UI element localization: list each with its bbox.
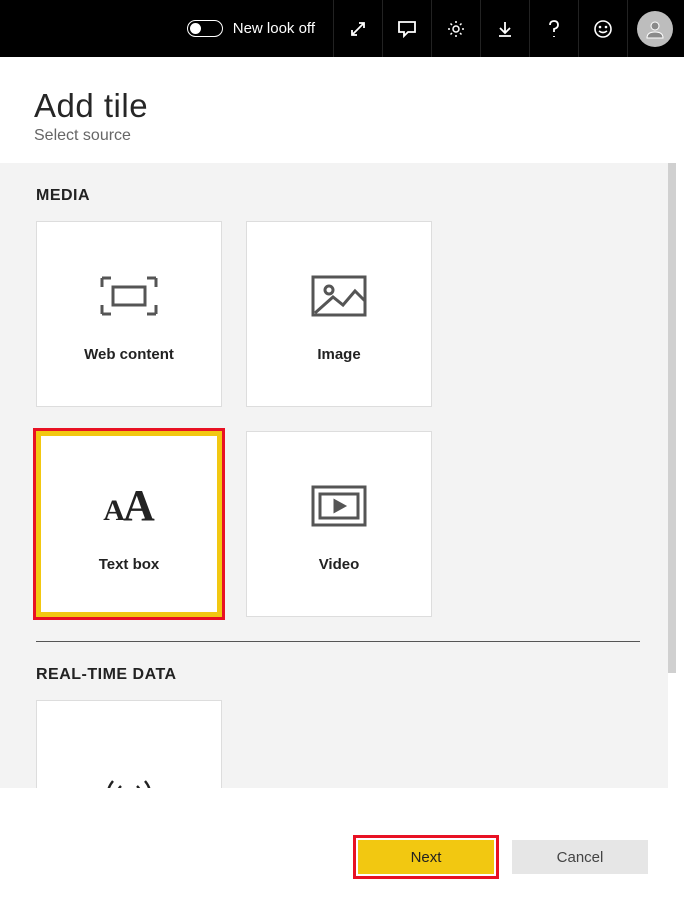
page-subtitle: Select source <box>34 127 650 145</box>
new-look-toggle[interactable]: New look off <box>177 20 325 37</box>
toggle-pill[interactable] <box>187 20 223 37</box>
tile-image[interactable]: Image <box>246 221 432 407</box>
comments-button[interactable] <box>382 0 431 57</box>
avatar <box>637 11 673 47</box>
question-icon <box>547 19 561 39</box>
tile-text-box[interactable]: AA Text box <box>36 431 222 617</box>
settings-button[interactable] <box>431 0 480 57</box>
tile-label: Text box <box>99 556 160 573</box>
comment-icon <box>397 20 417 38</box>
footer-actions: Next Cancel <box>0 807 684 907</box>
image-icon <box>311 266 367 326</box>
text-icon: AA <box>103 476 154 536</box>
section-label-realtime: REAL-TIME DATA <box>0 642 676 700</box>
person-icon <box>644 18 666 40</box>
account-button[interactable] <box>627 0 676 57</box>
new-look-label: New look off <box>233 20 315 37</box>
page-title: Add tile <box>34 87 650 125</box>
help-button[interactable] <box>529 0 578 57</box>
tile-label: Web content <box>84 346 174 363</box>
streaming-icon <box>99 763 159 788</box>
video-icon <box>311 476 367 536</box>
expand-icon <box>349 20 367 38</box>
gear-icon <box>446 19 466 39</box>
tile-web-content[interactable]: Web content <box>36 221 222 407</box>
tile-streaming[interactable] <box>36 700 222 788</box>
toggle-knob <box>190 23 201 34</box>
download-button[interactable] <box>480 0 529 57</box>
web-content-icon <box>99 266 159 326</box>
tile-video[interactable]: Video <box>246 431 432 617</box>
feedback-button[interactable] <box>578 0 627 57</box>
realtime-tile-grid <box>0 700 676 788</box>
media-tile-grid: Web content Image AA Text box <box>0 221 676 617</box>
tile-label: Video <box>319 556 360 573</box>
cancel-button[interactable]: Cancel <box>512 840 648 874</box>
fullscreen-button[interactable] <box>333 0 382 57</box>
tile-label: Image <box>317 346 360 363</box>
scrollbar-thumb[interactable] <box>668 163 676 673</box>
top-toolbar: New look off <box>0 0 684 57</box>
section-label-media: MEDIA <box>0 163 676 221</box>
smiley-icon <box>593 19 613 39</box>
panel-header: Add tile Select source <box>0 57 684 163</box>
scrollbar[interactable] <box>668 163 676 788</box>
download-icon <box>496 20 514 38</box>
next-button[interactable]: Next <box>358 840 494 874</box>
content-area: MEDIA Web content <box>0 163 684 788</box>
